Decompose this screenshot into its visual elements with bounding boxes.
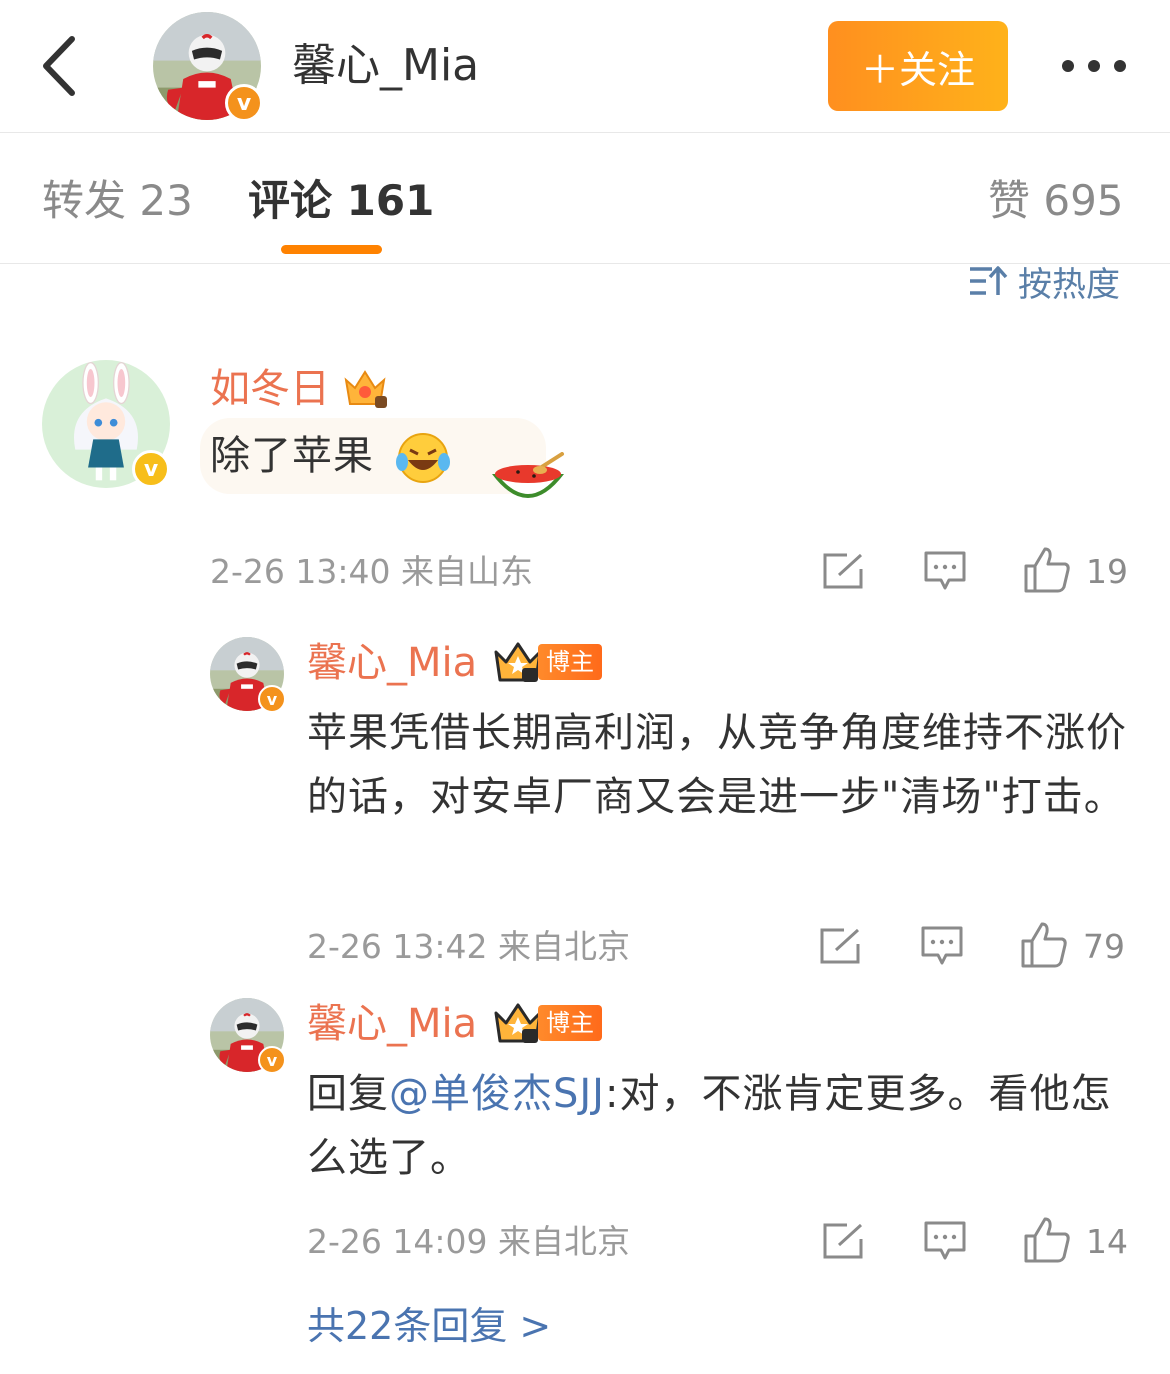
top-bar: v 馨心_Mia ＋关注: [0, 0, 1170, 133]
reply-button[interactable]: [917, 923, 967, 969]
author-avatar[interactable]: v: [153, 12, 263, 122]
crown-2-icon: [494, 1003, 542, 1043]
commenter-avatar[interactable]: v: [210, 637, 286, 713]
blogger-tag: 博主: [538, 644, 602, 680]
like-count: 19: [1086, 552, 1128, 591]
reply-button[interactable]: [920, 548, 970, 594]
comment-timestamp: 2-26 14:09 来自北京: [307, 1222, 630, 1261]
commenter-name[interactable]: 如冬日: [210, 364, 330, 414]
comment-icon: [924, 551, 966, 590]
comment-timestamp: 2-26 13:40 来自山东: [210, 552, 533, 591]
like-count: 14: [1086, 1222, 1128, 1261]
like-button[interactable]: [1020, 544, 1074, 596]
like-button[interactable]: [1017, 919, 1071, 971]
author-name[interactable]: 馨心_Mia: [292, 40, 479, 92]
share-edit-icon: [820, 928, 860, 964]
verified-badge-icon: v: [132, 450, 170, 488]
share-edit-icon: [823, 553, 863, 589]
verified-badge-icon: v: [258, 1046, 286, 1074]
crown-7-icon: [344, 370, 387, 408]
tab-active-indicator: [281, 245, 382, 254]
repost-button[interactable]: [818, 548, 868, 594]
more-dots-icon: [1062, 60, 1074, 72]
repost-button[interactable]: [818, 1218, 868, 1264]
laugh-cry-emoji: [396, 433, 450, 483]
back-button[interactable]: [28, 30, 88, 102]
thumbs-up-icon: [1024, 547, 1070, 593]
comment-text: 回复@单俊杰SJJ:对，不涨肯定更多。看他怎么选了。: [307, 1062, 1137, 1190]
reply-button[interactable]: [920, 1218, 970, 1264]
share-edit-icon: [823, 1223, 863, 1259]
comment-text: 苹果凭借长期高利润，从竞争角度维持不涨价的话，对安卓厂商又会是进一步"清场"打击…: [307, 710, 1127, 820]
comment-timestamp: 2-26 13:42 来自北京: [307, 927, 630, 966]
comment-icon: [921, 926, 963, 965]
commenter-name[interactable]: 馨心_Mia: [307, 999, 477, 1049]
tab-like[interactable]: 赞 695: [988, 175, 1124, 227]
repost-button[interactable]: [815, 923, 865, 969]
verified-badge-icon: v: [225, 84, 263, 122]
sort-label: 按热度: [1018, 264, 1120, 305]
mention-link[interactable]: @单俊杰SJJ: [389, 1071, 605, 1117]
thumbs-up-icon: [1021, 922, 1067, 968]
reply-prefix: 回复: [307, 1071, 389, 1117]
blogger-tag: 博主: [538, 1005, 602, 1041]
post-tabs: 转发 23 评论 161 赞 695: [0, 133, 1170, 264]
thumbs-up-icon: [1024, 1217, 1070, 1263]
verified-badge-icon: v: [258, 685, 286, 713]
commenter-name[interactable]: 馨心_Mia: [307, 638, 477, 688]
sort-icon: [970, 266, 1008, 295]
like-count: 79: [1083, 927, 1125, 966]
commenter-avatar[interactable]: v: [210, 998, 286, 1074]
follow-button[interactable]: ＋关注: [828, 21, 1008, 111]
sort-by-hot-button[interactable]: 按热度: [968, 258, 1120, 305]
commenter-avatar[interactable]: v: [42, 360, 170, 488]
watermelon-sticker: [492, 452, 564, 498]
blogger-badge: 博主: [492, 1001, 602, 1045]
blogger-badge: 博主: [492, 640, 602, 684]
like-button[interactable]: [1020, 1214, 1074, 1266]
chevron-left-icon: [43, 36, 75, 96]
comment-icon: [924, 1221, 966, 1260]
more-button[interactable]: [1058, 44, 1130, 88]
tab-comment[interactable]: 评论 161: [248, 175, 434, 227]
crown-2-icon: [494, 642, 542, 682]
tab-repost[interactable]: 转发 23: [42, 175, 193, 227]
more-replies-link[interactable]: 共22条回复 >: [307, 1300, 551, 1352]
comment-text: 除了苹果: [210, 433, 374, 479]
